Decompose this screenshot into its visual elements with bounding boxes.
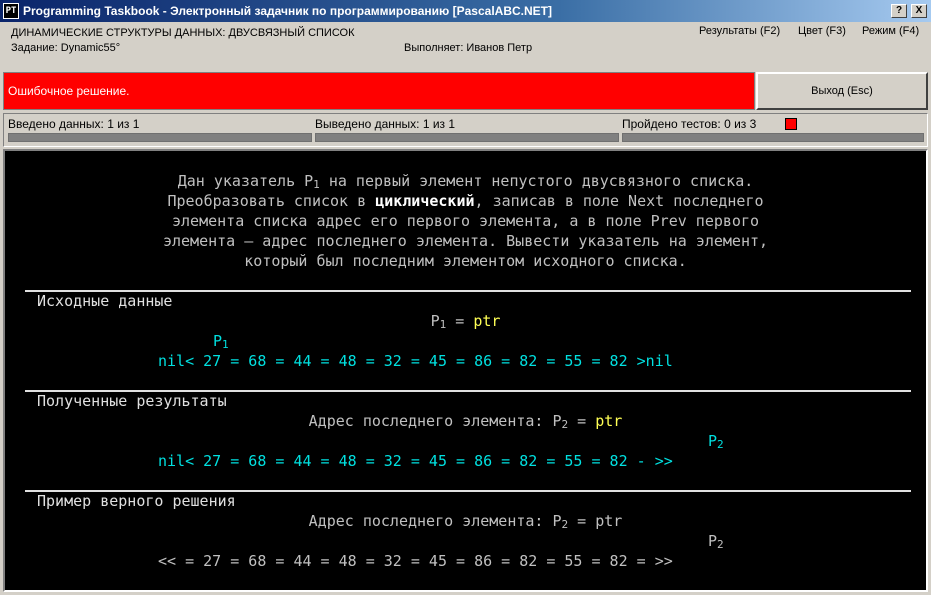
input-section-header: Исходные данные (37, 292, 173, 310)
color-menu[interactable]: Цвет (F3) (798, 25, 846, 37)
student-name: Выполняет: Иванов Петр (404, 42, 533, 54)
result-status-message: Ошибочное решение. (8, 84, 130, 98)
tests-count-label: Пройдено тестов: 0 из 3 (622, 117, 757, 131)
result-status-banner: Ошибочное решение. (3, 72, 755, 110)
output-count-label: Выведено данных: 1 из 1 (315, 117, 456, 131)
test-status-indicator (785, 118, 797, 130)
progress-panel: Введено данных: 1 из 1 Выведено данных: … (3, 113, 928, 147)
help-button[interactable]: ? (891, 4, 907, 18)
example-pointer-value: ptr (595, 512, 623, 530)
task-name: Задание: Dynamic55° (11, 42, 121, 54)
input-progress-bar (8, 133, 312, 142)
task-line-2: Преобразовать список в циклический, запи… (167, 192, 764, 210)
example-section-header: Пример верного решения (37, 492, 236, 510)
result-pointer-value: ptr (595, 412, 623, 430)
output-progress-bar (315, 133, 619, 142)
app-icon: PT (3, 3, 19, 19)
result-list: nil< 27 = 68 = 44 = 48 = 32 = 45 = 86 = … (158, 452, 673, 470)
task-line-3: элемента списка адрес его первого элемен… (172, 212, 759, 230)
task-topic: ДИНАМИЧЕСКИЕ СТРУКТУРЫ ДАННЫХ: ДВУСВЯЗНЫ… (11, 27, 355, 39)
keyword-cyclic: циклический (375, 192, 475, 210)
input-list: nil< 27 = 68 = 44 = 48 = 32 = 45 = 86 = … (158, 352, 673, 370)
input-count-label: Введено данных: 1 из 1 (8, 117, 140, 131)
tests-progress-bar (622, 133, 924, 142)
example-list: << = 27 = 68 = 44 = 48 = 32 = 45 = 86 = … (158, 552, 673, 570)
title-bar: PT Programming Taskbook - Электронный за… (0, 0, 931, 22)
task-line-5: который был последним элементом исходног… (244, 252, 687, 270)
task-line-4: элемента — адрес последнего элемента. Вы… (162, 232, 769, 250)
result-address-line: Адрес последнего элемента: P2 = ptr (308, 412, 623, 431)
example-address-line: Адрес последнего элемента: P2 = ptr (308, 512, 623, 531)
mode-menu[interactable]: Режим (F4) (862, 25, 919, 37)
exit-button[interactable]: Выход (Esc) (756, 72, 928, 110)
close-button[interactable]: X (911, 4, 927, 18)
input-pointer-line: P1 = ptr (430, 312, 501, 331)
exit-button-label: Выход (Esc) (811, 85, 873, 97)
result-list-pointer-label: P2 (708, 432, 724, 451)
window-title: Programming Taskbook - Электронный задач… (23, 4, 552, 18)
results-menu[interactable]: Результаты (F2) (699, 25, 780, 37)
task-info-bar: ДИНАМИЧЕСКИЕ СТРУКТУРЫ ДАННЫХ: ДВУСВЯЗНЫ… (0, 22, 931, 70)
task-console: Дан указатель P1 на первый элемент непус… (3, 149, 928, 592)
input-pointer-value: ptr (473, 312, 501, 330)
result-section-header: Полученные результаты (37, 392, 227, 410)
example-list-pointer-label: P2 (708, 532, 724, 551)
